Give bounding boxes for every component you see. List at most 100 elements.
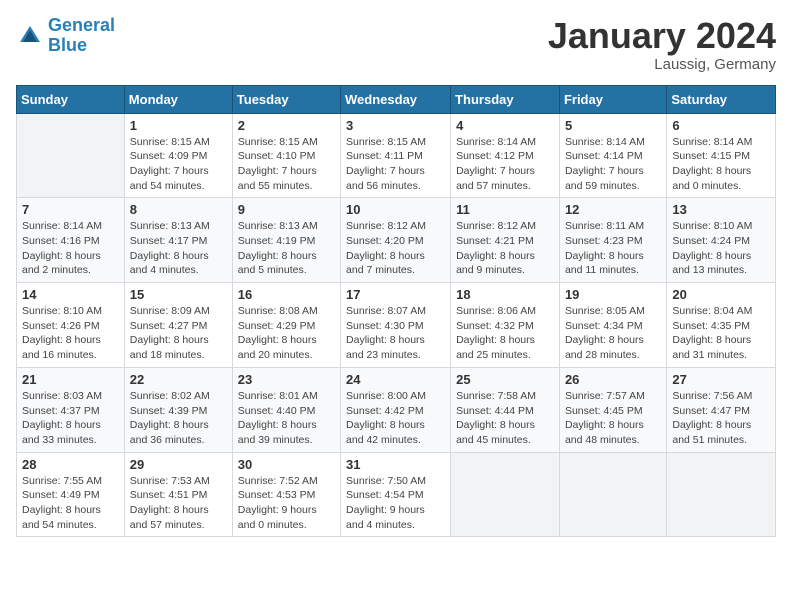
logo: General Blue bbox=[16, 16, 115, 56]
week-row-5: 28 Sunrise: 7:55 AM Sunset: 4:49 PM Dayli… bbox=[17, 452, 776, 537]
calendar-table: SundayMondayTuesdayWednesdayThursdayFrid… bbox=[16, 85, 776, 538]
day-cell: 18 Sunrise: 8:06 AM Sunset: 4:32 PM Dayli… bbox=[451, 283, 560, 368]
day-info: Sunrise: 8:14 AM Sunset: 4:12 PM Dayligh… bbox=[456, 135, 554, 194]
day-cell: 6 Sunrise: 8:14 AM Sunset: 4:15 PM Daylig… bbox=[667, 113, 776, 198]
month-title: January 2024 bbox=[548, 16, 776, 56]
day-info: Sunrise: 8:15 AM Sunset: 4:10 PM Dayligh… bbox=[238, 135, 335, 194]
page-header: General Blue January 2024 Laussig, Germa… bbox=[16, 16, 776, 73]
day-cell: 8Sunrise: 8:13 AM Sunset: 4:17 PM Daylig… bbox=[124, 198, 232, 283]
day-cell: 5Sunrise: 8:14 AM Sunset: 4:14 PM Daylig… bbox=[559, 113, 666, 198]
day-cell: 4 Sunrise: 8:14 AM Sunset: 4:12 PM Daylig… bbox=[451, 113, 560, 198]
logo-icon bbox=[16, 22, 44, 50]
day-cell: 23Sunrise: 8:01 AM Sunset: 4:40 PM Dayli… bbox=[232, 367, 340, 452]
day-number: 3 bbox=[346, 118, 445, 133]
title-block: January 2024 Laussig, Germany bbox=[548, 16, 776, 73]
day-cell: 20Sunrise: 8:04 AM Sunset: 4:35 PM Dayli… bbox=[667, 283, 776, 368]
day-info: Sunrise: 8:15 AM Sunset: 4:09 PM Dayligh… bbox=[130, 135, 227, 194]
logo-line2: Blue bbox=[48, 35, 87, 55]
day-info: Sunrise: 8:15 AM Sunset: 4:11 PM Dayligh… bbox=[346, 135, 445, 194]
day-info: Sunrise: 8:10 AM Sunset: 4:24 PM Dayligh… bbox=[672, 219, 770, 278]
day-cell bbox=[667, 452, 776, 537]
day-number: 26 bbox=[565, 372, 661, 387]
day-number: 15 bbox=[130, 287, 227, 302]
day-info: Sunrise: 8:14 AM Sunset: 4:14 PM Dayligh… bbox=[565, 135, 661, 194]
day-cell bbox=[559, 452, 666, 537]
logo-text: General Blue bbox=[48, 16, 115, 56]
day-info: Sunrise: 7:50 AM Sunset: 4:54 PM Dayligh… bbox=[346, 474, 445, 533]
day-info: Sunrise: 8:12 AM Sunset: 4:21 PM Dayligh… bbox=[456, 219, 554, 278]
day-number: 27 bbox=[672, 372, 770, 387]
day-number: 29 bbox=[130, 457, 227, 472]
day-number: 10 bbox=[346, 202, 445, 217]
day-info: Sunrise: 7:55 AM Sunset: 4:49 PM Dayligh… bbox=[22, 474, 119, 533]
day-cell bbox=[451, 452, 560, 537]
day-info: Sunrise: 8:13 AM Sunset: 4:19 PM Dayligh… bbox=[238, 219, 335, 278]
day-number: 30 bbox=[238, 457, 335, 472]
day-cell: 14Sunrise: 8:10 AM Sunset: 4:26 PM Dayli… bbox=[17, 283, 125, 368]
day-info: Sunrise: 8:14 AM Sunset: 4:16 PM Dayligh… bbox=[22, 219, 119, 278]
day-cell: 24 Sunrise: 8:00 AM Sunset: 4:42 PM Dayli… bbox=[341, 367, 451, 452]
day-cell: 16 Sunrise: 8:08 AM Sunset: 4:29 PM Dayli… bbox=[232, 283, 340, 368]
day-cell: 26 Sunrise: 7:57 AM Sunset: 4:45 PM Dayli… bbox=[559, 367, 666, 452]
day-cell: 29 Sunrise: 7:53 AM Sunset: 4:51 PM Dayli… bbox=[124, 452, 232, 537]
day-number: 25 bbox=[456, 372, 554, 387]
day-number: 6 bbox=[672, 118, 770, 133]
day-number: 9 bbox=[238, 202, 335, 217]
day-cell: 11 Sunrise: 8:12 AM Sunset: 4:21 PM Dayli… bbox=[451, 198, 560, 283]
day-cell: 12 Sunrise: 8:11 AM Sunset: 4:23 PM Dayli… bbox=[559, 198, 666, 283]
header-wednesday: Wednesday bbox=[341, 85, 451, 113]
day-number: 18 bbox=[456, 287, 554, 302]
header-sunday: Sunday bbox=[17, 85, 125, 113]
day-cell: 3 Sunrise: 8:15 AM Sunset: 4:11 PM Daylig… bbox=[341, 113, 451, 198]
day-cell: 1 Sunrise: 8:15 AM Sunset: 4:09 PM Daylig… bbox=[124, 113, 232, 198]
day-number: 21 bbox=[22, 372, 119, 387]
day-number: 19 bbox=[565, 287, 661, 302]
day-cell: 15 Sunrise: 8:09 AM Sunset: 4:27 PM Dayli… bbox=[124, 283, 232, 368]
day-info: Sunrise: 7:58 AM Sunset: 4:44 PM Dayligh… bbox=[456, 389, 554, 448]
day-info: Sunrise: 8:12 AM Sunset: 4:20 PM Dayligh… bbox=[346, 219, 445, 278]
day-info: Sunrise: 7:57 AM Sunset: 4:45 PM Dayligh… bbox=[565, 389, 661, 448]
day-cell: 25 Sunrise: 7:58 AM Sunset: 4:44 PM Dayli… bbox=[451, 367, 560, 452]
day-cell bbox=[17, 113, 125, 198]
day-info: Sunrise: 8:08 AM Sunset: 4:29 PM Dayligh… bbox=[238, 304, 335, 363]
day-number: 31 bbox=[346, 457, 445, 472]
day-cell: 31 Sunrise: 7:50 AM Sunset: 4:54 PM Dayli… bbox=[341, 452, 451, 537]
day-info: Sunrise: 8:14 AM Sunset: 4:15 PM Dayligh… bbox=[672, 135, 770, 194]
day-cell: 17 Sunrise: 8:07 AM Sunset: 4:30 PM Dayli… bbox=[341, 283, 451, 368]
day-info: Sunrise: 8:09 AM Sunset: 4:27 PM Dayligh… bbox=[130, 304, 227, 363]
calendar-header-row: SundayMondayTuesdayWednesdayThursdayFrid… bbox=[17, 85, 776, 113]
day-info: Sunrise: 8:11 AM Sunset: 4:23 PM Dayligh… bbox=[565, 219, 661, 278]
day-cell: 2 Sunrise: 8:15 AM Sunset: 4:10 PM Daylig… bbox=[232, 113, 340, 198]
day-number: 12 bbox=[565, 202, 661, 217]
week-row-4: 21 Sunrise: 8:03 AM Sunset: 4:37 PM Dayli… bbox=[17, 367, 776, 452]
day-number: 16 bbox=[238, 287, 335, 302]
day-number: 2 bbox=[238, 118, 335, 133]
day-number: 1 bbox=[130, 118, 227, 133]
header-friday: Friday bbox=[559, 85, 666, 113]
week-row-3: 14Sunrise: 8:10 AM Sunset: 4:26 PM Dayli… bbox=[17, 283, 776, 368]
day-info: Sunrise: 8:01 AM Sunset: 4:40 PM Dayligh… bbox=[238, 389, 335, 448]
day-cell: 28 Sunrise: 7:55 AM Sunset: 4:49 PM Dayli… bbox=[17, 452, 125, 537]
day-info: Sunrise: 7:56 AM Sunset: 4:47 PM Dayligh… bbox=[672, 389, 770, 448]
day-number: 28 bbox=[22, 457, 119, 472]
day-cell: 30 Sunrise: 7:52 AM Sunset: 4:53 PM Dayli… bbox=[232, 452, 340, 537]
header-thursday: Thursday bbox=[451, 85, 560, 113]
day-number: 17 bbox=[346, 287, 445, 302]
day-info: Sunrise: 7:53 AM Sunset: 4:51 PM Dayligh… bbox=[130, 474, 227, 533]
day-info: Sunrise: 8:00 AM Sunset: 4:42 PM Dayligh… bbox=[346, 389, 445, 448]
day-number: 11 bbox=[456, 202, 554, 217]
day-cell: 13 Sunrise: 8:10 AM Sunset: 4:24 PM Dayli… bbox=[667, 198, 776, 283]
day-number: 4 bbox=[456, 118, 554, 133]
day-info: Sunrise: 8:10 AM Sunset: 4:26 PM Dayligh… bbox=[22, 304, 119, 363]
day-info: Sunrise: 7:52 AM Sunset: 4:53 PM Dayligh… bbox=[238, 474, 335, 533]
day-info: Sunrise: 8:03 AM Sunset: 4:37 PM Dayligh… bbox=[22, 389, 119, 448]
day-number: 13 bbox=[672, 202, 770, 217]
day-cell: 7Sunrise: 8:14 AM Sunset: 4:16 PM Daylig… bbox=[17, 198, 125, 283]
day-cell: 27 Sunrise: 7:56 AM Sunset: 4:47 PM Dayli… bbox=[667, 367, 776, 452]
day-info: Sunrise: 8:07 AM Sunset: 4:30 PM Dayligh… bbox=[346, 304, 445, 363]
logo-line1: General bbox=[48, 15, 115, 35]
day-info: Sunrise: 8:06 AM Sunset: 4:32 PM Dayligh… bbox=[456, 304, 554, 363]
day-number: 24 bbox=[346, 372, 445, 387]
day-number: 22 bbox=[130, 372, 227, 387]
header-saturday: Saturday bbox=[667, 85, 776, 113]
